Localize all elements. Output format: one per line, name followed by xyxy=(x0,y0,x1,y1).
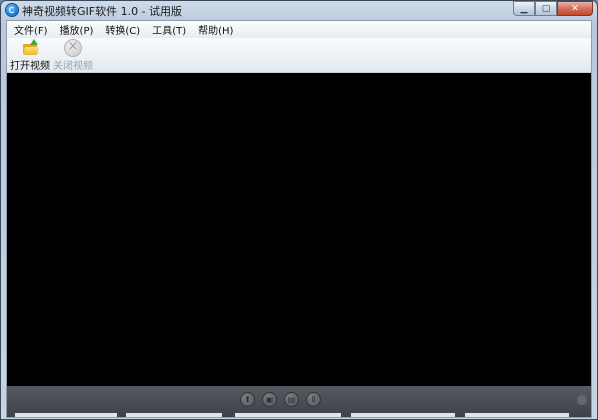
settings-icon[interactable] xyxy=(577,395,587,405)
filmstrip-button[interactable]: ▤ xyxy=(284,392,299,407)
pause-icon: Ⅱ xyxy=(311,395,316,404)
open-video-label: 打开视频 xyxy=(10,61,50,72)
upload-button[interactable]: ⬆ xyxy=(240,392,255,407)
frame-strip-5 xyxy=(465,413,569,417)
frame-strip-2 xyxy=(126,413,222,417)
close-icon: ✕ xyxy=(571,3,579,14)
player-controls: ⬆ ▣ ▤ Ⅱ xyxy=(7,386,591,417)
video-preview-area[interactable] xyxy=(7,73,591,386)
maximize-button[interactable]: ▢ xyxy=(535,1,557,16)
frame-strip-1 xyxy=(15,413,117,417)
caption-buttons: ▁ ▢ ✕ xyxy=(513,1,593,17)
title-bar[interactable]: 神奇视频转GIF软件 1.0 - 试用版 ▁ ▢ ✕ xyxy=(1,1,597,20)
close-video-button[interactable]: 关闭视频 xyxy=(53,39,93,72)
minimize-icon: ▁ xyxy=(520,3,528,14)
frame-strip-4 xyxy=(351,413,455,417)
filmstrip-icon: ▤ xyxy=(287,395,296,404)
film-icon: ▣ xyxy=(265,395,274,404)
menu-help[interactable]: 帮助(H) xyxy=(193,22,238,37)
open-folder-icon xyxy=(22,39,39,56)
app-logo-icon xyxy=(6,4,18,16)
client-area: 文件(F) 播放(P) 转换(C) 工具(T) 帮助(H) 打开视频 关闭视频 … xyxy=(6,20,592,418)
close-button[interactable]: ✕ xyxy=(557,1,593,16)
menu-play[interactable]: 播放(P) xyxy=(55,22,99,37)
app-window: 神奇视频转GIF软件 1.0 - 试用版 ▁ ▢ ✕ 文件(F) 播放(P) 转… xyxy=(0,0,598,420)
menu-tools[interactable]: 工具(T) xyxy=(147,22,191,37)
close-video-icon xyxy=(65,39,81,56)
maximize-icon: ▢ xyxy=(541,3,551,14)
film-button[interactable]: ▣ xyxy=(262,392,277,407)
upload-icon: ⬆ xyxy=(244,395,251,404)
pause-button[interactable]: Ⅱ xyxy=(306,392,321,407)
close-video-label: 关闭视频 xyxy=(53,61,93,72)
frame-strip-3 xyxy=(235,413,341,417)
minimize-button[interactable]: ▁ xyxy=(513,1,535,16)
menu-convert[interactable]: 转换(C) xyxy=(100,22,145,37)
window-title: 神奇视频转GIF软件 1.0 - 试用版 xyxy=(22,5,183,18)
menu-bar: 文件(F) 播放(P) 转换(C) 工具(T) 帮助(H) xyxy=(7,21,591,38)
open-video-button[interactable]: 打开视频 xyxy=(10,39,50,72)
menu-file[interactable]: 文件(F) xyxy=(9,22,53,37)
toolbar: 打开视频 关闭视频 xyxy=(7,38,591,73)
